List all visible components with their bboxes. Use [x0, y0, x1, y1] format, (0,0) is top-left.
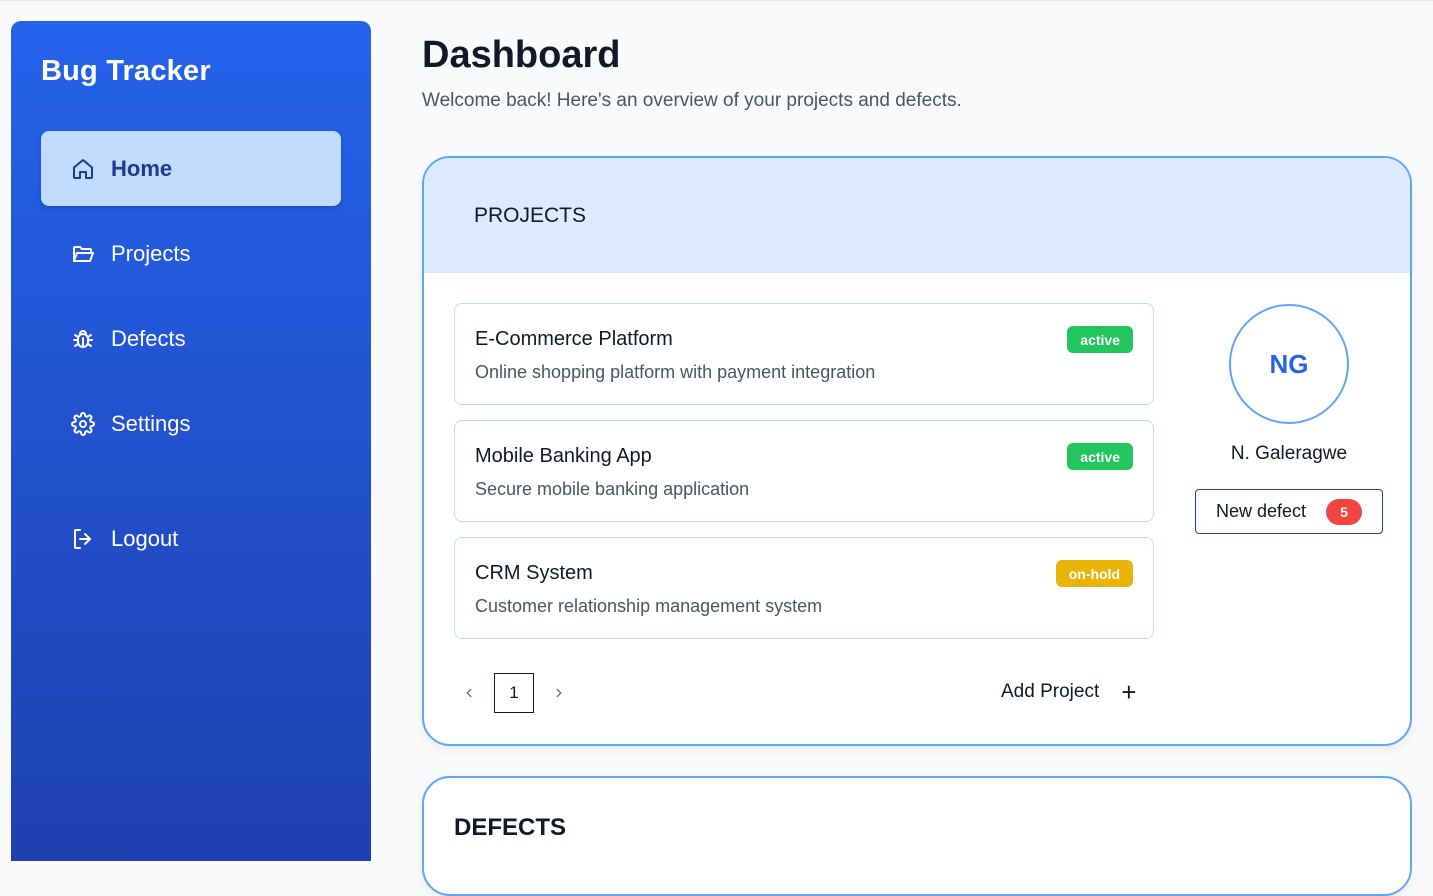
project-card[interactable]: Mobile Banking App Secure mobile banking…: [454, 420, 1154, 522]
projects-panel-header: PROJECTS: [424, 158, 1410, 273]
sidebar-item-label: Settings: [111, 410, 191, 436]
project-card[interactable]: E-Commerce Platform Online shopping plat…: [454, 303, 1154, 405]
gear-icon: [71, 411, 95, 436]
project-description: Secure mobile banking application: [475, 479, 750, 499]
new-defect-label: New defect: [1216, 501, 1307, 521]
project-description: Customer relationship management system: [475, 596, 823, 616]
page-title: Dashboard: [422, 34, 621, 76]
plus-icon: +: [1121, 677, 1137, 707]
status-badge: active: [1067, 443, 1133, 470]
count-badge: 5: [1326, 498, 1363, 525]
projects-panel: PROJECTS E-Commerce Platform Online shop…: [422, 156, 1412, 746]
sidebar-item-logout[interactable]: Logout: [41, 501, 341, 576]
sidebar-item-label: Defects: [111, 325, 186, 351]
bug-icon: [71, 327, 95, 351]
project-description: Online shopping platform with payment in…: [475, 362, 876, 382]
pagination-page[interactable]: 1: [494, 673, 534, 713]
folder-open-icon: [71, 242, 95, 266]
sidebar-item-label: Logout: [111, 525, 179, 551]
status-badge: on-hold: [1055, 560, 1133, 587]
sidebar-item-home[interactable]: Home: [41, 131, 341, 206]
sidebar-item-label: Projects: [111, 240, 191, 266]
sidebar-item-projects[interactable]: Projects: [41, 216, 341, 291]
defects-panel-header: DEFECTS: [454, 814, 567, 841]
chevron-left-icon[interactable]: [459, 683, 479, 703]
add-project-label: Add Project: [1001, 681, 1100, 702]
project-card[interactable]: CRM System Customer relationship managem…: [454, 537, 1154, 639]
chevron-right-icon[interactable]: [549, 683, 569, 703]
defects-panel: DEFECTS: [422, 776, 1412, 896]
page-subtitle: Welcome back! Here's an overview of your…: [422, 90, 962, 111]
sidebar-item-settings[interactable]: Settings: [41, 386, 341, 461]
sidebar-item-label: Home: [111, 155, 173, 181]
project-name: E-Commerce Platform: [475, 328, 673, 350]
status-badge: active: [1067, 326, 1133, 353]
project-name: Mobile Banking App: [475, 445, 652, 467]
user-name: N. Galeragwe: [1230, 443, 1348, 464]
top-divider: [0, 0, 1433, 1]
add-project-button[interactable]: Add Project +: [1001, 677, 1137, 707]
new-defect-button[interactable]: New defect 5: [1195, 489, 1383, 534]
app-title: Bug Tracker: [41, 55, 211, 87]
logout-icon: [71, 527, 95, 551]
avatar[interactable]: NG: [1229, 304, 1349, 424]
project-name: CRM System: [475, 562, 593, 584]
home-icon: [71, 157, 95, 181]
sidebar: Bug Tracker Home Projects Defects Settin…: [11, 21, 371, 861]
sidebar-item-defects[interactable]: Defects: [41, 301, 341, 376]
